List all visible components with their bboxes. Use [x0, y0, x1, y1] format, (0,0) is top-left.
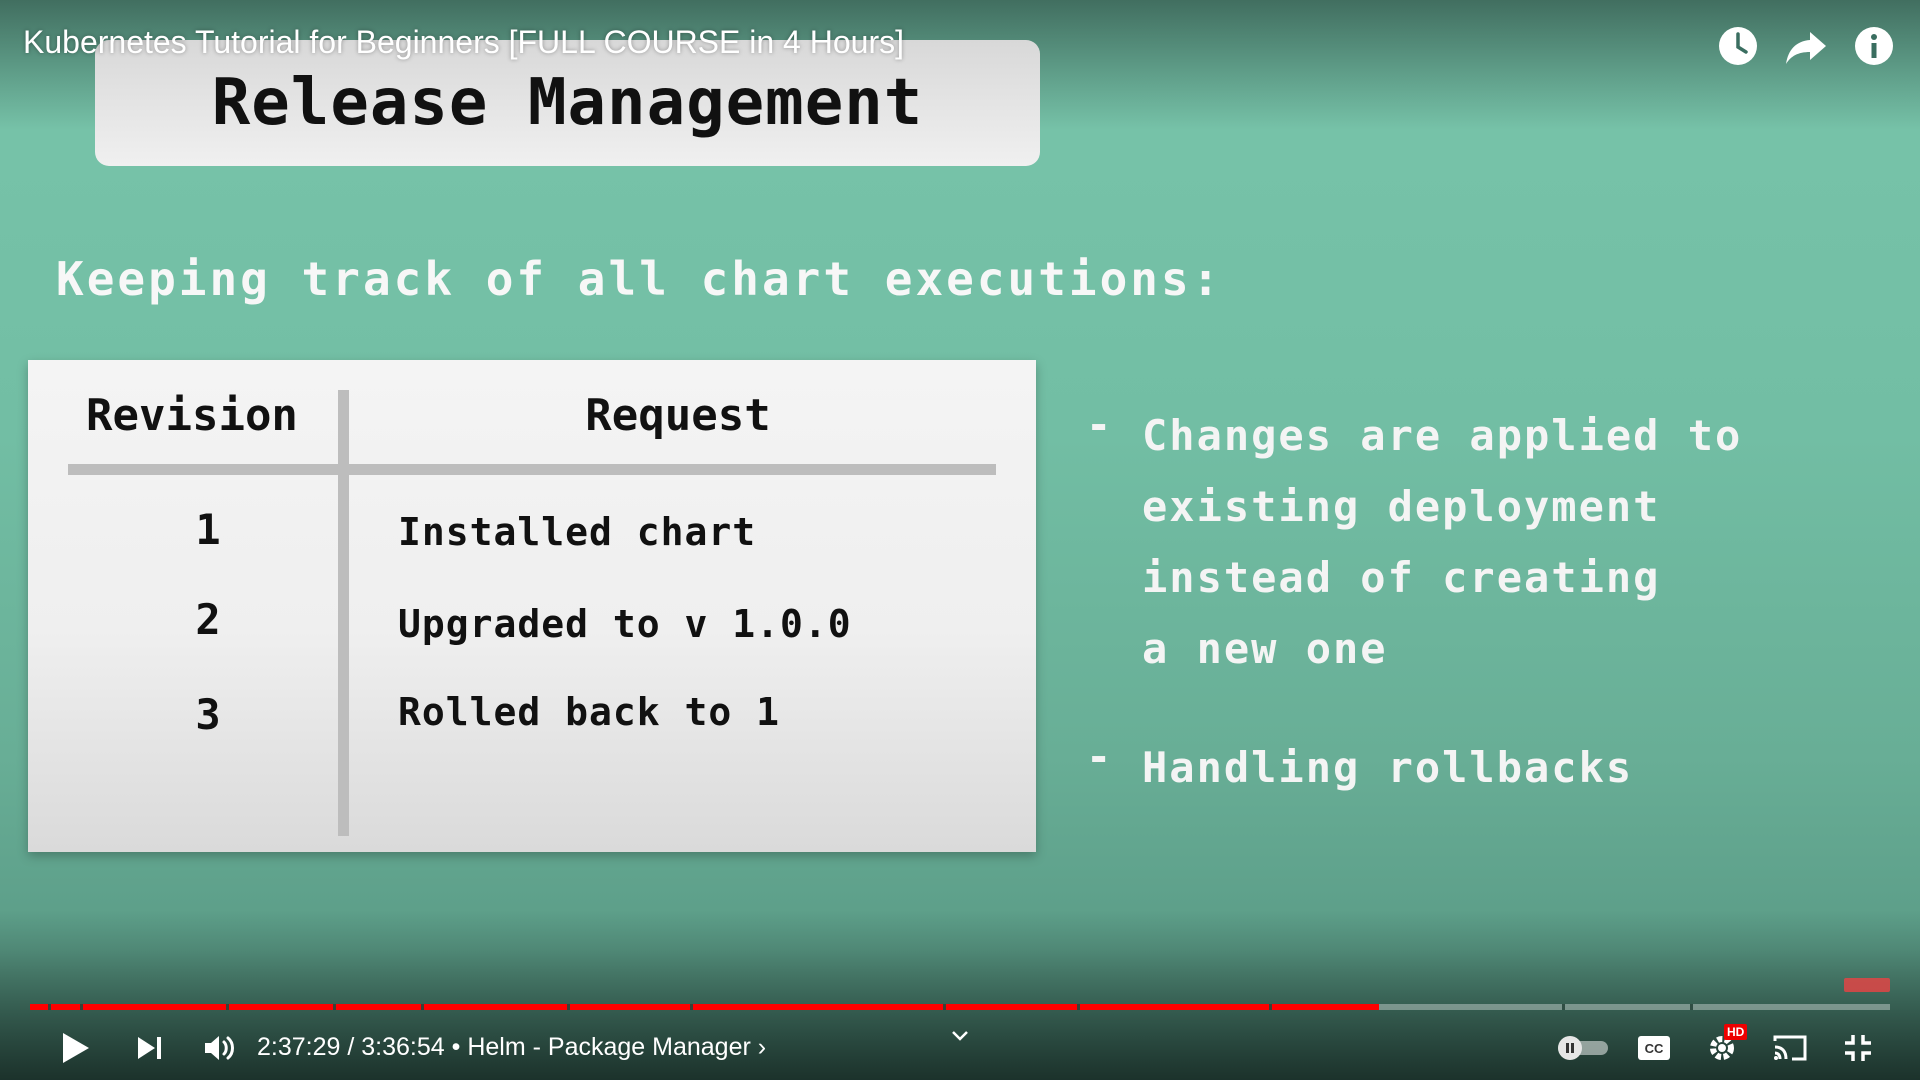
slide-title: Release Management	[211, 66, 924, 140]
exit-fullscreen-button[interactable]	[1838, 1024, 1878, 1072]
subscribe-watermark[interactable]	[1844, 978, 1890, 992]
play-button[interactable]	[52, 1024, 100, 1072]
table-header-divider	[68, 464, 996, 475]
table-cell-request: Installed chart	[398, 510, 757, 554]
slide-subtitle: Keeping track of all chart executions:	[56, 252, 1223, 306]
table-column-divider	[338, 390, 349, 836]
cast-icon	[1773, 1035, 1807, 1061]
cast-button[interactable]	[1770, 1024, 1810, 1072]
bullet-dash: -	[1086, 400, 1114, 449]
watch-later-icon[interactable]	[1714, 22, 1762, 70]
autoplay-toggle-icon	[1558, 1036, 1608, 1060]
chevron-down-icon	[952, 1031, 968, 1041]
chapter-marker	[1077, 1004, 1080, 1010]
table-header-revision: Revision	[86, 390, 298, 441]
exit-fullscreen-icon	[1845, 1035, 1871, 1061]
table-cell-revision: 1	[195, 505, 221, 554]
progress-played	[30, 1004, 1379, 1010]
next-button[interactable]	[126, 1024, 174, 1072]
chapter-marker	[567, 1004, 570, 1010]
chapter-marker	[690, 1004, 693, 1010]
revision-table: Revision Request 1 Installed chart 2 Upg…	[28, 360, 1036, 852]
chapter-arrow[interactable]: ›	[758, 1033, 766, 1061]
table-cell-revision: 3	[195, 690, 221, 739]
bullet-line: Changes are applied to	[1142, 411, 1743, 460]
chapters-expand-button[interactable]	[950, 1026, 970, 1046]
bullet-item: - Changes are applied to existing deploy…	[1086, 400, 1846, 684]
hd-badge: HD	[1724, 1024, 1748, 1040]
video-title[interactable]: Kubernetes Tutorial for Beginners [FULL …	[23, 24, 904, 61]
chapter-marker	[1690, 1004, 1693, 1010]
svg-text:CC: CC	[1645, 1041, 1664, 1056]
bullet-line: Handling rollbacks	[1142, 743, 1634, 792]
bullet-line: a new one	[1142, 624, 1388, 673]
video-player[interactable]: Release Management Keeping track of all …	[0, 0, 1920, 1080]
chapter-marker	[943, 1004, 946, 1010]
table-cell-request: Rolled back to 1	[398, 690, 781, 734]
chapter-marker	[421, 1004, 424, 1010]
chapter-title[interactable]: Helm - Package Manager	[467, 1033, 750, 1061]
duration: 3:36:54	[361, 1033, 445, 1061]
chapter-marker	[48, 1004, 51, 1010]
table-cell-revision: 2	[195, 595, 221, 644]
volume-icon	[205, 1036, 234, 1060]
time-separator: /	[340, 1033, 362, 1061]
current-time: 2:37:29	[257, 1033, 341, 1061]
skip-next-icon	[138, 1037, 161, 1059]
share-icon[interactable]	[1782, 22, 1830, 70]
table-cell-request: Upgraded to v 1.0.0	[398, 602, 852, 646]
chapter-separator: •	[444, 1033, 468, 1061]
settings-button[interactable]: HD	[1704, 1024, 1748, 1072]
autoplay-toggle[interactable]	[1556, 1024, 1610, 1072]
chapter-marker	[333, 1004, 336, 1010]
chapter-marker	[1269, 1004, 1272, 1010]
time-display: 2:37:29 / 3:36:54 • Helm - Package Manag…	[257, 1033, 766, 1062]
table-header-request: Request	[585, 390, 771, 441]
bullet-dash: -	[1086, 732, 1114, 781]
chapter-marker	[80, 1004, 83, 1010]
progress-bar[interactable]	[30, 1004, 1890, 1010]
volume-button[interactable]	[196, 1024, 244, 1072]
bullet-item: - Handling rollbacks	[1086, 732, 1846, 803]
bullet-line: instead of creating	[1142, 553, 1661, 602]
player-controls: 2:37:29 / 3:36:54 • Helm - Package Manag…	[0, 1020, 1920, 1076]
captions-button[interactable]: CC	[1636, 1024, 1672, 1072]
chapter-marker	[226, 1004, 229, 1010]
info-icon[interactable]	[1850, 22, 1898, 70]
slide-bullets: - Changes are applied to existing deploy…	[1086, 400, 1846, 803]
bullet-line: existing deployment	[1142, 482, 1661, 531]
chapter-marker	[1562, 1004, 1565, 1010]
closed-captions-icon: CC	[1638, 1036, 1670, 1060]
play-icon	[63, 1033, 89, 1063]
